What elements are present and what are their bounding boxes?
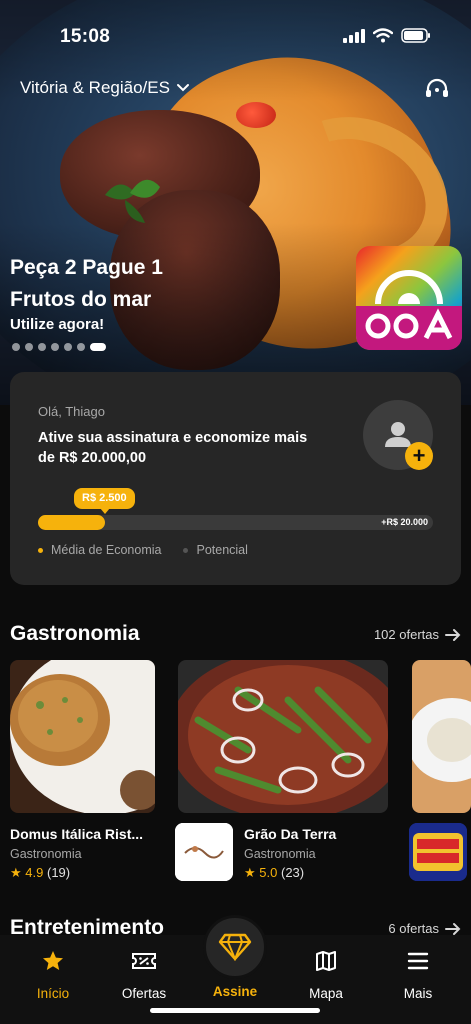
food-photo	[178, 660, 388, 813]
tab-label: Ofertas	[121, 986, 167, 1001]
promo-title: Peça 2 Pague 1 Frutos do mar	[10, 252, 163, 316]
carousel-dot[interactable]	[64, 343, 72, 351]
restaurant-logo-johnny-rockets	[409, 823, 467, 881]
grao-logo-icon	[175, 823, 233, 881]
tab-ofertas[interactable]: Ofertas	[104, 949, 184, 1001]
battery-icon	[401, 28, 430, 43]
carousel-dot[interactable]	[25, 343, 33, 351]
star-icon: ★	[244, 865, 256, 880]
menu-icon	[407, 952, 429, 970]
legend-label: Média de Economia	[51, 543, 162, 557]
restaurant-card[interactable]: Grão Da Terra Gastronomia ★ 5.0 (23)	[175, 660, 388, 881]
restaurant-rating: ★ 5.0 (23)	[244, 865, 388, 881]
carousel-dots	[12, 343, 106, 351]
legend-item-average: Média de Economia	[38, 543, 161, 557]
star-icon: ★	[10, 865, 22, 880]
ticket-icon	[132, 953, 156, 969]
tab-inicio[interactable]: Início	[13, 949, 93, 1001]
restaurant-category: Gastronomia	[244, 847, 316, 861]
rating-count: (23)	[280, 865, 305, 880]
savings-max-label: +R$ 20.000	[381, 517, 428, 527]
legend-dot	[38, 548, 43, 554]
carousel-dot[interactable]	[77, 343, 85, 351]
location-label: Vitória & Região/ES	[20, 78, 170, 97]
restaurant-name: Grão Da Terra	[244, 826, 337, 842]
location-selector[interactable]: Vitória & Região/ES	[20, 78, 190, 98]
restaurant-name: Domus Itálica Rist...	[10, 826, 144, 842]
restaurant-logo-grao-da-terra	[175, 823, 233, 881]
rating-score: 5.0	[259, 865, 278, 880]
star-icon	[43, 951, 63, 970]
tab-label: Mais	[403, 986, 433, 1001]
add-photo-button[interactable]: +	[405, 442, 433, 470]
tab-assine-label[interactable]: Assine	[190, 984, 280, 999]
savings-current-tooltip: R$ 2.500	[74, 488, 135, 514]
restaurant-image	[412, 660, 471, 813]
savings-progress-fill	[38, 515, 106, 530]
savings-progress-bar: +R$ 20.000	[38, 515, 433, 530]
rating-score: 4.9	[25, 865, 44, 880]
legend-item-potential: Potencial	[183, 543, 248, 557]
tab-mapa[interactable]: Mapa	[286, 949, 366, 1001]
offers-count: 102 ofertas	[373, 627, 439, 642]
promo-banner[interactable]: 15:08 Vitória & Região/ES Peça 2 Pague 1…	[0, 0, 471, 405]
legend-dot	[183, 548, 189, 554]
entretenimento-see-all-link[interactable]: 6 ofertas	[388, 921, 461, 936]
carousel-dot[interactable]	[38, 343, 46, 351]
home-indicator	[150, 1008, 320, 1013]
promo-title-line2: Frutos do mar	[10, 288, 152, 311]
support-icon[interactable]	[423, 75, 451, 103]
risotto-photo	[10, 660, 155, 813]
restaurant-rating: ★ 4.9 (19)	[10, 865, 155, 881]
tab-label: Início	[36, 986, 70, 1001]
restaurant-image	[10, 660, 155, 813]
promo-cta-link[interactable]: Utilize agora!	[10, 316, 104, 333]
savings-legend: Média de Economia Potencial	[38, 543, 248, 557]
status-bar: 15:08	[0, 0, 471, 56]
status-time: 15:08	[60, 26, 111, 47]
greeting-text: Olá, Thiago	[38, 404, 105, 419]
section-title-gastronomia: Gastronomia	[10, 622, 140, 645]
restaurant-card[interactable]	[409, 660, 471, 881]
subscription-message: Ative sua assinatura e economize mais de…	[38, 430, 308, 466]
offers-count: 6 ofertas	[388, 921, 439, 936]
chevron-down-icon	[176, 84, 189, 92]
savings-card[interactable]: Olá, Thiago Ative sua assinatura e econo…	[10, 372, 461, 585]
promo-title-line1: Peça 2 Pague 1	[10, 256, 163, 279]
wifi-icon	[373, 28, 393, 43]
carousel-dot[interactable]	[90, 343, 106, 351]
carousel-dot[interactable]	[51, 343, 59, 351]
tab-assine-button[interactable]	[203, 915, 267, 979]
map-icon	[316, 951, 336, 971]
gastronomia-see-all-link[interactable]: 102 ofertas	[374, 627, 461, 642]
arrow-right-icon	[445, 628, 461, 641]
rating-count: (19)	[46, 865, 71, 880]
legend-label: Potencial	[196, 543, 248, 557]
brand-logo-oca[interactable]	[356, 246, 462, 350]
status-icons	[343, 28, 431, 43]
restaurant-category: Gastronomia	[10, 847, 82, 861]
signal-icon	[343, 28, 365, 43]
gastronomia-carousel[interactable]: Domus Itálica Rist... Gastronomia ★ 4.9 …	[0, 660, 471, 885]
diamond-icon	[218, 933, 252, 961]
restaurant-image	[178, 660, 388, 813]
food-photo	[412, 660, 471, 813]
johnny-rockets-logo-icon	[409, 823, 467, 881]
tab-mais[interactable]: Mais	[378, 949, 458, 1001]
arrow-right-icon	[445, 922, 461, 935]
restaurant-card[interactable]: Domus Itálica Rist... Gastronomia ★ 4.9 …	[10, 660, 155, 881]
tab-label: Mapa	[309, 986, 343, 1001]
carousel-dot[interactable]	[12, 343, 20, 351]
